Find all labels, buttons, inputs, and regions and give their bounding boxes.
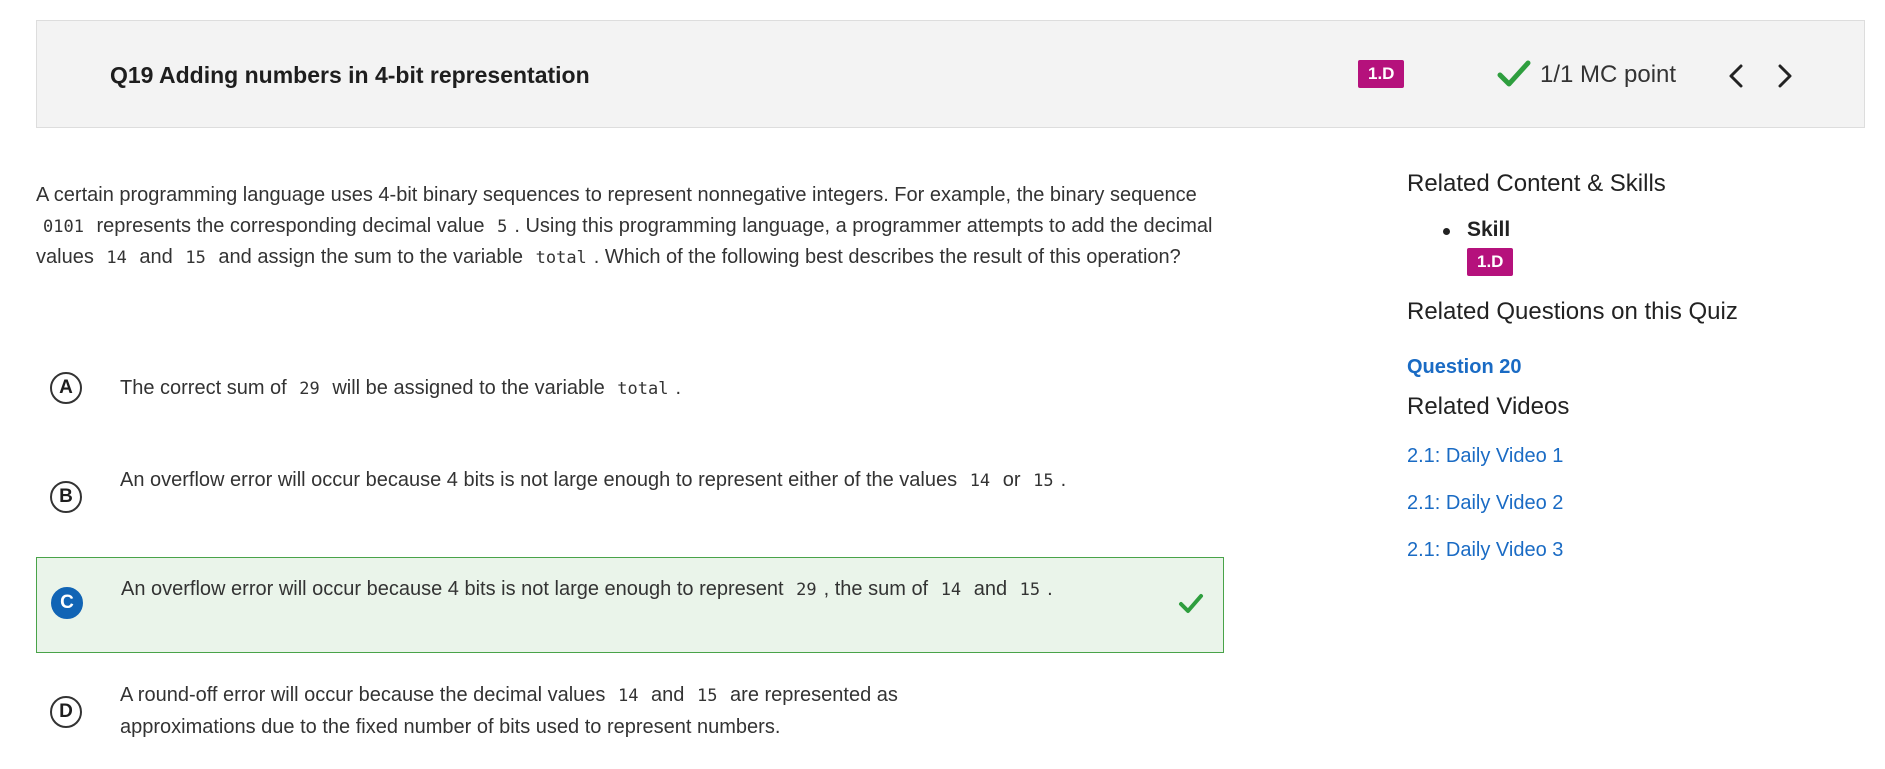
choice-c[interactable]: C An overflow error will occur because 4… (36, 557, 1224, 653)
sidebar: Related Content & Skills Skill 1.D Relat… (1407, 170, 1847, 562)
choice-d[interactable]: D A round-off error will occur because t… (36, 683, 1224, 753)
code-value: 29 (796, 580, 817, 600)
choice-text-part: and (973, 578, 1008, 600)
question-20-link[interactable]: Question 20 (1407, 356, 1847, 379)
question-text: A certain programming language uses 4-bi… (36, 184, 1197, 206)
related-videos-heading: Related Videos (1407, 393, 1570, 420)
chevron-left-icon[interactable] (1723, 61, 1751, 91)
choice-letter: A (50, 372, 82, 404)
choice-text: A round-off error will occur because the… (120, 680, 1020, 742)
points-score: 1/1 MC point (1540, 61, 1677, 88)
code-value: 15 (696, 686, 718, 706)
choice-text-part: . (1047, 578, 1053, 600)
code-decimal: 5 (497, 216, 508, 237)
code-value: 14 (618, 686, 639, 706)
chevron-right-icon[interactable] (1770, 61, 1798, 91)
choice-text-part: . (675, 377, 682, 399)
choice-text-part: . (1060, 469, 1067, 491)
code-value: 15 (185, 248, 206, 268)
correct-check-icon (1179, 594, 1203, 613)
code-value: 14 (106, 248, 127, 268)
choice-text: An overflow error will occur because 4 b… (121, 574, 1101, 606)
choice-text: The correct sum of 29 will be assigned t… (120, 373, 681, 405)
choice-letter: D (50, 696, 82, 728)
code-variable: total (535, 248, 587, 268)
skill-label: Skill (1443, 218, 1847, 242)
question-text: represents the corresponding decimal val… (96, 214, 485, 237)
video-link-1[interactable]: 2.1: Daily Video 1 (1407, 445, 1847, 468)
code-value: 14 (969, 471, 991, 491)
skill-list: Skill 1.D (1443, 218, 1847, 276)
choice-b[interactable]: B An overflow error will occur because 4… (36, 465, 1224, 535)
question-text: and assign the sum to the variable (218, 246, 524, 268)
question-header: Q19 Adding numbers in 4-bit representati… (36, 20, 1865, 128)
choice-text-part: The correct sum of (120, 377, 287, 399)
choice-text: An overflow error will occur because 4 b… (120, 465, 1100, 497)
question-text: . Which of the following best describes … (593, 246, 1181, 268)
code-binary: 0101 (43, 216, 84, 237)
choice-text-part: and (651, 684, 685, 706)
question-title: Q19 Adding numbers in 4-bit representati… (110, 62, 590, 88)
skill-badge: 1.D (1358, 60, 1405, 88)
choice-letter: B (50, 481, 82, 513)
related-questions-heading: Related Questions on this Quiz (1407, 298, 1738, 325)
code-variable: total (617, 379, 669, 399)
choice-letter: C (51, 587, 83, 619)
code-value: 15 (1019, 580, 1041, 600)
choice-text-part: An overflow error will occur because 4 b… (121, 578, 784, 600)
skill-badge: 1.D (1467, 248, 1514, 276)
code-value: 29 (299, 379, 320, 399)
choice-text-part: will be assigned to the variable (332, 377, 605, 399)
choice-a[interactable]: A The correct sum of 29 will be assigned… (36, 372, 1224, 412)
choice-text-part: , the sum of (823, 578, 929, 600)
question-text: and (139, 246, 173, 268)
question-stem: A certain programming language uses 4-bi… (36, 180, 1226, 274)
check-icon (1497, 60, 1531, 87)
related-content-heading: Related Content & Skills (1407, 170, 1666, 197)
choice-text-part: or (1002, 469, 1021, 491)
video-link-2[interactable]: 2.1: Daily Video 2 (1407, 492, 1847, 515)
video-link-3[interactable]: 2.1: Daily Video 3 (1407, 539, 1847, 562)
code-value: 14 (940, 580, 962, 600)
code-value: 15 (1033, 471, 1054, 491)
choice-text-part: An overflow error will occur because 4 b… (120, 469, 958, 491)
choice-text-part: A round-off error will occur because the… (120, 684, 606, 706)
